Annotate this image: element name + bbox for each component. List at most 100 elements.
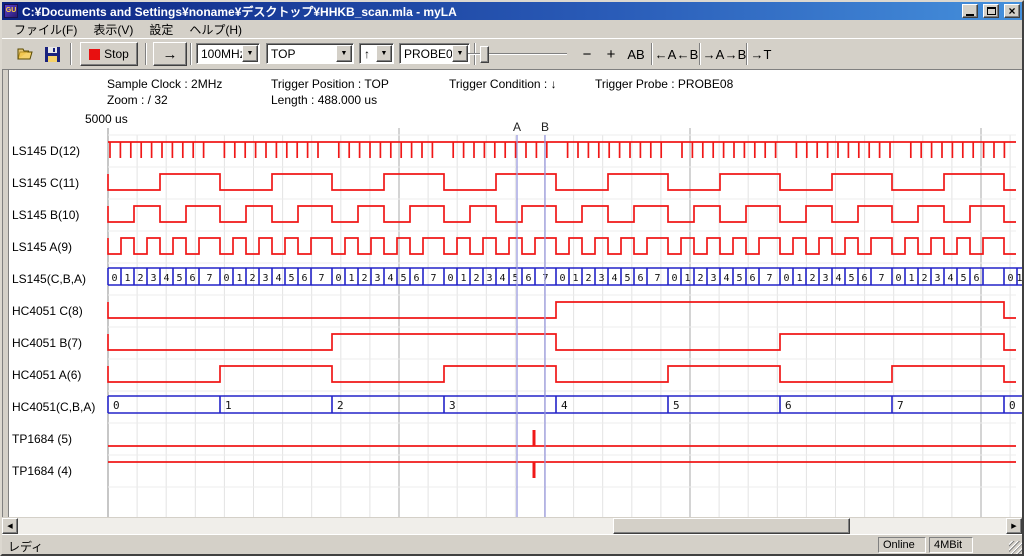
svg-text:6: 6 bbox=[637, 273, 643, 284]
svg-text:7: 7 bbox=[430, 273, 436, 284]
svg-text:2: 2 bbox=[137, 273, 143, 284]
zoom-in-button[interactable]: + bbox=[602, 43, 620, 65]
svg-text:0: 0 bbox=[113, 399, 120, 412]
chevron-down-icon[interactable]: ▼ bbox=[336, 45, 352, 62]
svg-text:3: 3 bbox=[374, 273, 380, 284]
svg-text:4: 4 bbox=[611, 273, 617, 284]
open-file-button[interactable] bbox=[16, 44, 36, 64]
sample-clock-combo[interactable]: 100MHz ▼ bbox=[196, 43, 260, 64]
svg-text:4: 4 bbox=[275, 273, 281, 284]
toolbar-separator bbox=[190, 43, 192, 65]
svg-text:3: 3 bbox=[822, 273, 828, 284]
svg-text:6: 6 bbox=[301, 273, 307, 284]
status-memory: 4MBit bbox=[929, 537, 973, 553]
svg-text:5: 5 bbox=[288, 273, 294, 284]
svg-text:2: 2 bbox=[697, 273, 703, 284]
goto-trigger-button[interactable]: →T bbox=[750, 43, 772, 65]
toolbar-separator bbox=[699, 43, 701, 65]
svg-text:3: 3 bbox=[449, 399, 456, 412]
svg-text:7: 7 bbox=[654, 273, 660, 284]
svg-text:1: 1 bbox=[1016, 273, 1022, 284]
svg-text:6: 6 bbox=[973, 273, 979, 284]
svg-text:4: 4 bbox=[499, 273, 505, 284]
svg-text:0: 0 bbox=[1007, 273, 1013, 284]
left-triangle-icon: ◀ bbox=[7, 522, 12, 530]
goto-a-right-button[interactable]: →A bbox=[703, 43, 724, 65]
svg-text:6: 6 bbox=[189, 273, 195, 284]
svg-text:7: 7 bbox=[897, 399, 904, 412]
menu-help[interactable]: ヘルプ(H) bbox=[181, 20, 250, 39]
svg-text:2: 2 bbox=[809, 273, 815, 284]
svg-text:3: 3 bbox=[150, 273, 156, 284]
ab-button[interactable]: AB bbox=[624, 43, 648, 65]
horizontal-scrollbar[interactable]: ◀ ▶ bbox=[2, 517, 1022, 534]
svg-text:3: 3 bbox=[262, 273, 268, 284]
scrollbar-thumb[interactable] bbox=[613, 518, 850, 534]
svg-text:6: 6 bbox=[749, 273, 755, 284]
svg-text:0: 0 bbox=[223, 273, 229, 284]
close-button[interactable]: × bbox=[1004, 4, 1020, 18]
svg-text:0: 0 bbox=[111, 273, 117, 284]
goto-b-right-button[interactable]: →B bbox=[725, 43, 746, 65]
chevron-down-icon[interactable]: ▼ bbox=[452, 45, 468, 62]
waveform-client-area: Sample Clock : 2MHz Trigger Position : T… bbox=[2, 70, 1022, 517]
close-icon: × bbox=[1008, 6, 1015, 16]
stop-label: Stop bbox=[104, 47, 129, 61]
svg-text:0: 0 bbox=[1009, 399, 1016, 412]
minimize-button[interactable] bbox=[962, 4, 978, 18]
svg-text:4: 4 bbox=[561, 399, 568, 412]
svg-text:3: 3 bbox=[486, 273, 492, 284]
svg-text:0: 0 bbox=[895, 273, 901, 284]
trigger-position-combo[interactable]: TOP ▼ bbox=[266, 43, 354, 64]
zoom-slider-handle[interactable] bbox=[480, 46, 489, 63]
svg-text:4: 4 bbox=[163, 273, 169, 284]
maximize-button[interactable] bbox=[983, 4, 999, 18]
app-window: GU C:¥Documents and Settings¥noname¥デスクト… bbox=[0, 0, 1024, 556]
goto-a-left-button[interactable]: ←A bbox=[655, 43, 676, 65]
scroll-left-button[interactable]: ◀ bbox=[2, 518, 18, 534]
svg-text:6: 6 bbox=[861, 273, 867, 284]
toolbar-separator bbox=[70, 43, 72, 65]
trigger-edge-combo[interactable]: ↑ ▼ bbox=[359, 43, 394, 64]
svg-text:1: 1 bbox=[236, 273, 242, 284]
stop-button[interactable]: Stop bbox=[80, 42, 138, 66]
app-icon: GU bbox=[4, 4, 18, 18]
svg-text:2: 2 bbox=[473, 273, 479, 284]
svg-text:4: 4 bbox=[387, 273, 393, 284]
chevron-down-icon[interactable]: ▼ bbox=[376, 45, 392, 62]
svg-text:0: 0 bbox=[335, 273, 341, 284]
window-title: C:¥Documents and Settings¥noname¥デスクトップ¥… bbox=[21, 3, 957, 20]
svg-text:5: 5 bbox=[673, 399, 680, 412]
chevron-down-icon[interactable]: ▼ bbox=[242, 45, 258, 62]
svg-text:5: 5 bbox=[400, 273, 406, 284]
svg-text:7: 7 bbox=[206, 273, 212, 284]
menu-view[interactable]: 表示(V) bbox=[85, 20, 141, 39]
run-button[interactable]: → bbox=[153, 42, 187, 66]
goto-b-left-button[interactable]: ←B bbox=[677, 43, 698, 65]
svg-text:5: 5 bbox=[176, 273, 182, 284]
maximize-icon bbox=[987, 7, 996, 15]
svg-text:7: 7 bbox=[318, 273, 324, 284]
titlebar: GU C:¥Documents and Settings¥noname¥デスクト… bbox=[2, 2, 1022, 20]
svg-text:1: 1 bbox=[684, 273, 690, 284]
trigger-probe-combo[interactable]: PROBE00 ▼ bbox=[399, 43, 470, 64]
menu-file[interactable]: ファイル(F) bbox=[6, 20, 85, 39]
svg-text:1: 1 bbox=[572, 273, 578, 284]
waveform-canvas[interactable]: 0123456701234567012345670123456701234567… bbox=[2, 70, 1022, 517]
svg-text:6: 6 bbox=[525, 273, 531, 284]
scroll-right-button[interactable]: ▶ bbox=[1006, 518, 1022, 534]
toolbar-separator bbox=[651, 43, 653, 65]
save-button[interactable] bbox=[42, 44, 62, 64]
svg-text:7: 7 bbox=[766, 273, 772, 284]
sample-clock-value: 100MHz bbox=[197, 47, 242, 61]
trigger-probe-value: PROBE00 bbox=[400, 47, 452, 61]
minimize-icon bbox=[966, 14, 974, 16]
svg-text:2: 2 bbox=[921, 273, 927, 284]
svg-text:1: 1 bbox=[796, 273, 802, 284]
zoom-out-button[interactable]: − bbox=[578, 43, 596, 65]
svg-text:2: 2 bbox=[249, 273, 255, 284]
menubar: ファイル(F) 表示(V) 設定 ヘルプ(H) bbox=[2, 20, 1022, 38]
menu-settings[interactable]: 設定 bbox=[141, 20, 181, 39]
resize-grip[interactable] bbox=[1009, 541, 1022, 554]
svg-text:4: 4 bbox=[723, 273, 729, 284]
